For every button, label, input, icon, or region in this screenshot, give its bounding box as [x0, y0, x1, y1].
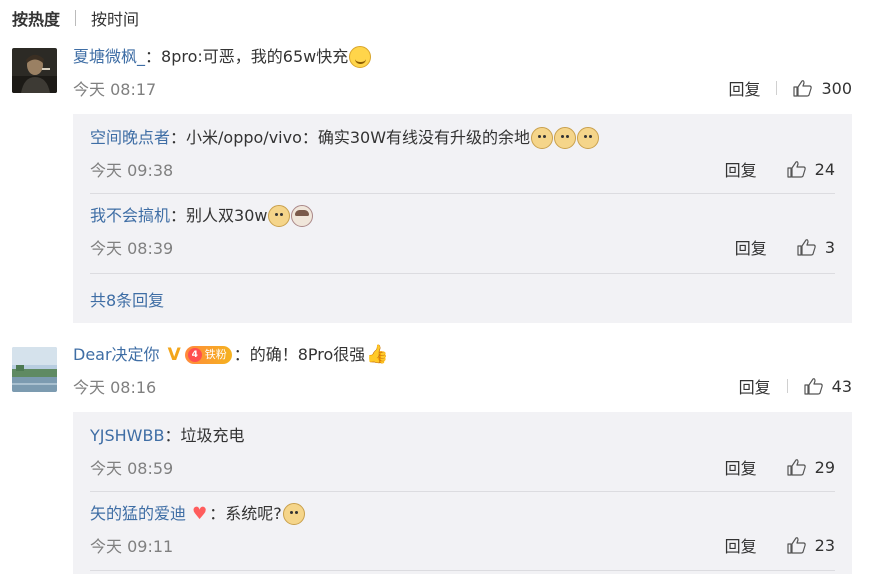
reply-actions: 回复 3 [735, 235, 835, 259]
reply-content: 矢的猛的爱迪 ♥ ：系统呢? [90, 503, 835, 525]
like-count: 43 [831, 376, 852, 396]
reply-divider [90, 491, 835, 492]
reply-button[interactable]: 回复 [725, 455, 757, 479]
smirk-face-icon [349, 46, 372, 68]
like-button[interactable]: 3 [797, 238, 835, 257]
reply-username[interactable]: YJSHWBB [90, 425, 164, 447]
reply-item: 我不会搞机 ：别人双30w 今天 08:39 回复 3 [90, 205, 835, 259]
reply-divider [90, 570, 835, 571]
like-button[interactable]: 300 [793, 79, 852, 98]
fan-badge-label: 铁粉 [204, 348, 227, 361]
reply-thread: 空间晚点者 ：小米/oppo/vivo：确实30W有线没有升级的余地 今天 09… [73, 114, 852, 323]
fan-badge: 4 铁粉 [184, 346, 232, 364]
comment-actions: 回复 43 [739, 374, 852, 398]
sort-by-time-tab[interactable]: 按时间 [91, 6, 139, 30]
vip-badge-icon: V [167, 345, 181, 365]
action-divider [776, 81, 778, 95]
reply-username[interactable]: 矢的猛的爱迪 [90, 503, 186, 525]
like-button[interactable]: 29 [787, 458, 835, 477]
reply-text: ：小米/oppo/vivo：确实30W有线没有升级的余地 [170, 128, 531, 147]
like-count: 300 [821, 78, 852, 98]
reply-item: 空间晚点者 ：小米/oppo/vivo：确实30W有线没有升级的余地 今天 09… [90, 127, 835, 181]
comment: Dear决定你 V 4 铁粉 ：的确！8Pro很强 👍 今天 08:16 回复 4… [73, 344, 852, 398]
reply-item: YJSHWBB ：垃圾充电 今天 08:59 回复 29 [90, 425, 835, 479]
reply-button[interactable]: 回复 [725, 533, 757, 557]
reply-actions: 回复 24 [725, 157, 835, 181]
comment-actions: 回复 300 [728, 76, 852, 100]
thumbs-up-icon [804, 378, 823, 395]
reply-meta: 今天 09:38 回复 24 [90, 157, 835, 181]
fan-crown-icon: ♥ [192, 504, 208, 524]
reply-text: ：系统呢? [209, 504, 282, 523]
thumbs-up-icon [797, 239, 816, 256]
more-replies-link[interactable]: 共8条回复 [90, 287, 164, 311]
comment-meta: 今天 08:16 回复 43 [73, 374, 852, 398]
sort-bar: 按热度 按时间 [12, 5, 139, 31]
reply-timestamp: 今天 09:11 [90, 537, 174, 556]
reply-item: 矢的猛的爱迪 ♥ ：系统呢? 今天 09:11 回复 23 [90, 503, 835, 557]
avatar[interactable] [12, 347, 57, 392]
action-divider [786, 379, 788, 393]
reply-text: ：别人双30w [170, 206, 268, 225]
comment-meta: 今天 08:17 回复 300 [73, 76, 852, 100]
thumbs-up-icon [787, 537, 806, 554]
reply-button[interactable]: 回复 [725, 157, 757, 181]
reply-button[interactable]: 回复 [735, 235, 767, 259]
reply-timestamp: 今天 08:39 [90, 239, 174, 258]
comment: 夏塘微枫_ ：8pro:可恶，我的65w快充 今天 08:17 回复 300 [73, 46, 852, 100]
reply-timestamp: 今天 09:38 [90, 161, 174, 180]
doge-icon [554, 127, 577, 149]
like-button[interactable]: 23 [787, 536, 835, 555]
reply-thread: YJSHWBB ：垃圾充电 今天 08:59 回复 29 矢的猛的爱迪 ♥ ：系… [73, 412, 852, 574]
thumbs-up-icon: 👍 [366, 344, 389, 365]
reply-content: 我不会搞机 ：别人双30w [90, 205, 835, 227]
cat-icon [291, 205, 314, 227]
comment-username[interactable]: Dear决定你 [73, 344, 160, 366]
like-count: 23 [814, 535, 835, 555]
reply-actions: 回复 23 [725, 533, 835, 557]
reply-meta: 今天 08:39 回复 3 [90, 235, 835, 259]
reply-button[interactable]: 回复 [728, 76, 760, 100]
reply-content: YJSHWBB ：垃圾充电 [90, 425, 835, 447]
comment-username[interactable]: 夏塘微枫_ [73, 46, 145, 68]
reply-button[interactable]: 回复 [739, 374, 771, 398]
like-button[interactable]: 24 [787, 160, 835, 179]
reply-username[interactable]: 我不会搞机 [90, 205, 170, 227]
avatar[interactable] [12, 48, 57, 93]
reply-username[interactable]: 空间晚点者 [90, 127, 170, 149]
reply-timestamp: 今天 08:59 [90, 459, 174, 478]
doge-icon [577, 127, 600, 149]
thumbs-up-icon [793, 80, 813, 97]
reply-meta: 今天 09:11 回复 23 [90, 533, 835, 557]
comment-timestamp: 今天 08:17 [73, 80, 157, 99]
comment-content: Dear决定你 V 4 铁粉 ：的确！8Pro很强 👍 [73, 344, 852, 366]
reply-divider [90, 193, 835, 194]
reply-content: 空间晚点者 ：小米/oppo/vivo：确实30W有线没有升级的余地 [90, 127, 835, 149]
like-count: 3 [824, 237, 835, 257]
comment-text: ：的确！8Pro很强 [233, 345, 366, 364]
sort-by-hot-tab[interactable]: 按热度 [12, 6, 60, 30]
comment-text: ：8pro:可恶，我的65w快充 [145, 47, 349, 66]
doge-icon [531, 127, 554, 149]
comment-timestamp: 今天 08:16 [73, 378, 157, 397]
reply-meta: 今天 08:59 回复 29 [90, 455, 835, 479]
like-count: 29 [814, 457, 835, 477]
reply-divider [90, 273, 835, 274]
reply-actions: 回复 29 [725, 455, 835, 479]
like-count: 24 [814, 159, 835, 179]
reply-text: ：垃圾充电 [164, 426, 245, 445]
sort-divider [75, 10, 77, 26]
doge-icon [282, 503, 305, 525]
doge-icon [268, 205, 291, 227]
comment-content: 夏塘微枫_ ：8pro:可恶，我的65w快充 [73, 46, 852, 68]
fan-level: 4 [187, 348, 202, 362]
thumbs-up-icon [787, 459, 806, 476]
like-button[interactable]: 43 [804, 377, 852, 396]
thumbs-up-icon [787, 161, 806, 178]
